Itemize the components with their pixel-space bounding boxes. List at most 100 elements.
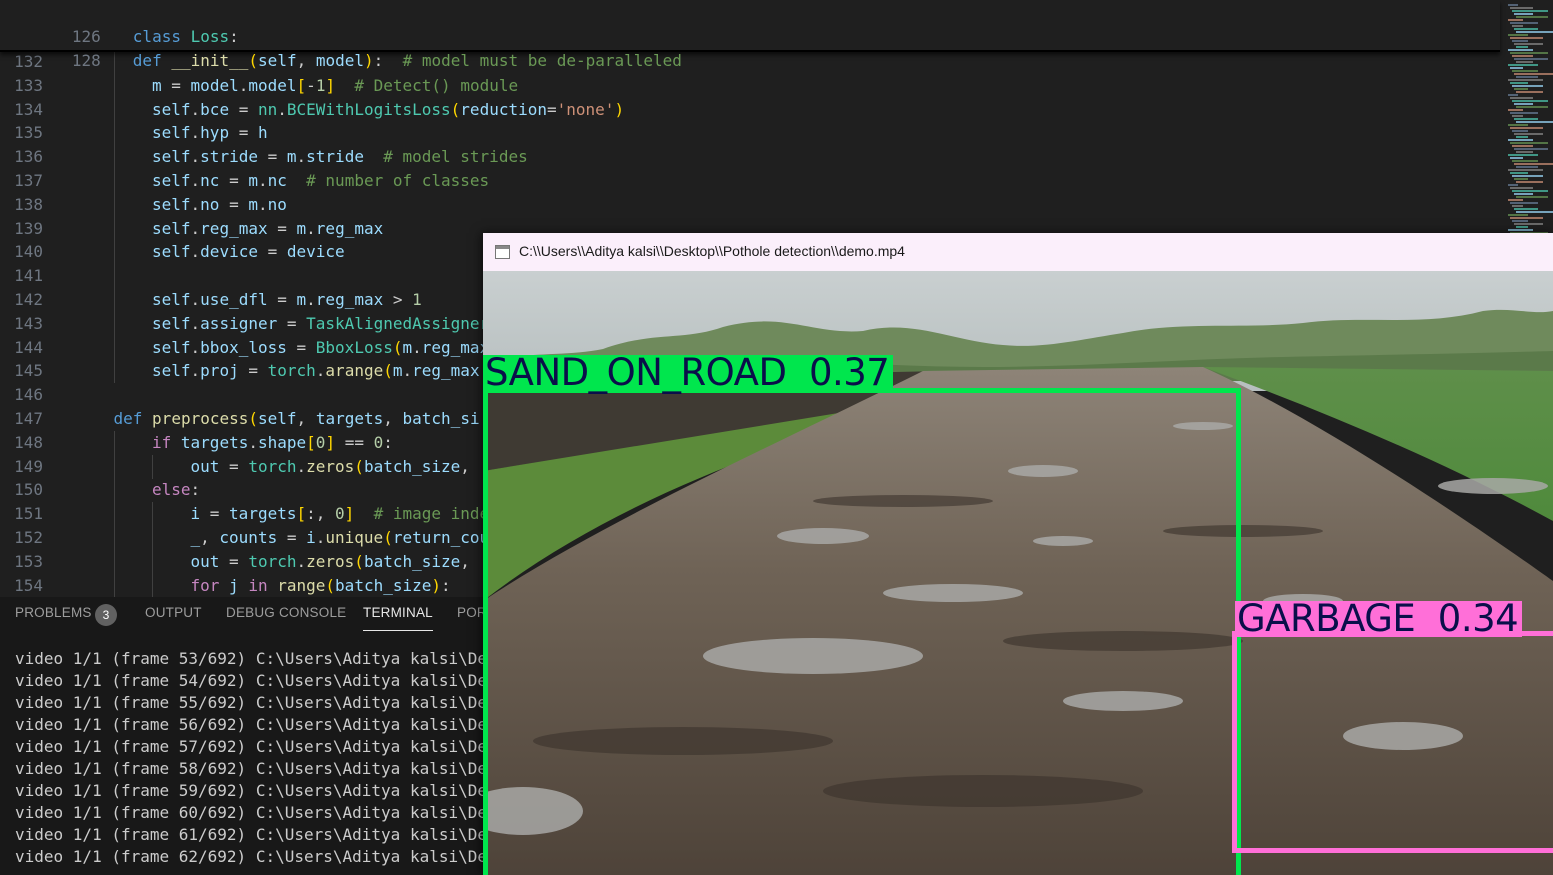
code-line[interactable]: 143 self.assigner = TaskAlignedAssigner — [0, 312, 489, 336]
code-line[interactable]: 128 def __init__(self, model): # model mu… — [0, 25, 682, 70]
detection-label-garbage: GARBAGE 0.34 — [1235, 600, 1523, 637]
code-line[interactable]: 146 — [0, 383, 114, 407]
line-number: 140 — [14, 242, 43, 262]
tab-debug-console[interactable]: DEBUG CONSOLE — [226, 605, 346, 620]
line-number: 152 — [14, 528, 43, 547]
code-line[interactable]: 152 _, counts = i.unique(return_cou — [0, 526, 489, 550]
minimap-line — [1516, 181, 1543, 183]
code-line[interactable]: 145 self.proj = torch.arange(m.reg_max — [0, 359, 479, 383]
minimap-line — [1516, 61, 1533, 63]
indent-guide — [113, 169, 115, 193]
terminal-line: video 1/1 (frame 59/692) C:\Users\Aditya… — [15, 781, 516, 800]
indent-guide — [113, 549, 115, 574]
tab-output[interactable]: OUTPUT — [145, 605, 202, 620]
minimap-line — [1508, 124, 1528, 126]
code-line[interactable]: 126 class Loss: — [0, 1, 239, 46]
code-text: _, counts = i.unique(return_cou — [190, 528, 490, 547]
minimap-line — [1512, 70, 1538, 72]
terminal-line: video 1/1 (frame 55/692) C:\Users\Aditya… — [15, 693, 516, 712]
code-line[interactable]: 135 self.hyp = h — [0, 121, 268, 145]
minimap-line — [1512, 100, 1548, 102]
minimap-line — [1508, 79, 1543, 81]
minimap-line — [1514, 103, 1533, 105]
line-number: 144 — [14, 337, 43, 357]
code-line[interactable]: 134 self.bce = nn.BCEWithLogitsLoss(reduc… — [0, 98, 624, 122]
minimap-line — [1512, 55, 1533, 57]
code-line[interactable]: 154 for j in range(batch_size): — [0, 574, 451, 597]
minimap-line — [1514, 13, 1533, 15]
minimap-line — [1514, 223, 1543, 225]
indent-guide — [113, 502, 115, 527]
code-line[interactable]: 133 m = model.model[-1] # Detect() module — [0, 74, 518, 98]
indent-guide — [152, 573, 153, 597]
minimap-line — [1508, 64, 1538, 66]
problems-count-badge: 3 — [95, 604, 117, 626]
code-text: def preprocess(self, targets, batch_si — [113, 409, 480, 428]
code-line[interactable]: 142 self.use_dfl = m.reg_max > 1 — [0, 288, 422, 312]
minimap-line — [1516, 226, 1528, 228]
code-line[interactable]: 149 out = torch.zeros(batch_size, — [0, 455, 480, 479]
minimap-line — [1510, 67, 1523, 69]
line-number: 149 — [14, 456, 43, 476]
terminal-line: video 1/1 (frame 60/692) C:\Users\Aditya… — [15, 803, 516, 822]
minimap-line — [1508, 49, 1533, 51]
minimap-line — [1514, 58, 1548, 60]
terminal-line: video 1/1 (frame 56/692) C:\Users\Aditya… — [15, 715, 516, 734]
window-titlebar[interactable]: C:\\Users\\Aditya kalsi\\Desktop\\Pothol… — [483, 233, 1553, 271]
tab-terminal[interactable]: TERMINAL — [363, 605, 433, 631]
minimap-line — [1512, 205, 1523, 207]
code-text: self.nc = m.nc # number of classes — [152, 171, 490, 190]
code-text: self.bce = nn.BCEWithLogitsLoss(reductio… — [152, 99, 625, 119]
minimap-line — [1510, 22, 1538, 24]
minimap-line — [1512, 40, 1528, 42]
indent-guide — [113, 454, 115, 479]
line-number: 136 — [14, 147, 43, 167]
minimap-line — [1516, 166, 1538, 168]
minimap-line — [1516, 121, 1553, 123]
code-line[interactable]: 147 def preprocess(self, targets, batch_s… — [0, 407, 480, 431]
line-number: 146 — [14, 385, 43, 405]
code-text: self.stride = m.stride # model strides — [152, 147, 528, 167]
minimap-line — [1514, 163, 1553, 165]
code-line[interactable]: 137 self.nc = m.nc # number of classes — [0, 169, 489, 193]
detection-box-garbage — [1232, 631, 1553, 853]
code-line[interactable]: 150 else: — [0, 478, 200, 502]
code-text: self.no = m.no — [152, 194, 287, 214]
code-line[interactable]: 153 out = torch.zeros(batch_size, — [0, 550, 480, 574]
code-line[interactable]: 144 self.bbox_loss = BboxLoss(m.reg_max — [0, 336, 489, 360]
code-line[interactable]: 141 — [0, 264, 152, 288]
indent-guide — [113, 573, 115, 597]
indent-guide — [113, 192, 115, 217]
minimap[interactable] — [1506, 0, 1553, 240]
code-line[interactable]: 140 self.device = device — [0, 240, 345, 264]
minimap-line — [1508, 4, 1518, 6]
line-number: 151 — [14, 504, 43, 524]
detection-box-sand-on-road — [483, 388, 1241, 875]
minimap-line — [1508, 169, 1543, 171]
minimap-line — [1514, 193, 1533, 195]
code-text: self.use_dfl = m.reg_max > 1 — [152, 290, 422, 309]
minimap-line — [1508, 94, 1518, 96]
code-line[interactable]: 139 self.reg_max = m.reg_max — [0, 217, 383, 241]
line-number: 138 — [14, 194, 43, 214]
indent-guide — [152, 454, 153, 479]
minimap-line — [1516, 106, 1548, 108]
sticky-scroll-header[interactable]: 126 class Loss: 128 def __init__(self, mod… — [0, 0, 1500, 70]
line-number: 134 — [14, 99, 43, 119]
minimap-line — [1512, 130, 1528, 132]
video-window[interactable]: C:\\Users\\Aditya kalsi\\Desktop\\Pothol… — [483, 233, 1553, 875]
minimap-line — [1510, 97, 1533, 99]
minimap-line — [1508, 229, 1533, 231]
minimap-line — [1508, 34, 1528, 36]
code-line[interactable]: 138 self.no = m.no — [0, 193, 287, 217]
tab-problems[interactable]: PROBLEMS — [15, 605, 92, 620]
code-line[interactable]: 148 if targets.shape[0] == 0: — [0, 431, 393, 455]
code-line[interactable]: 151 i = targets[:, 0] # image inde — [0, 502, 489, 526]
minimap-line — [1508, 154, 1538, 156]
terminal-line: video 1/1 (frame 53/692) C:\Users\Aditya… — [15, 649, 516, 668]
code-line[interactable]: 136 self.stride = m.stride # model stride… — [0, 145, 528, 169]
line-number: 141 — [14, 266, 43, 286]
minimap-line — [1512, 145, 1533, 147]
minimap-line — [1514, 148, 1548, 150]
